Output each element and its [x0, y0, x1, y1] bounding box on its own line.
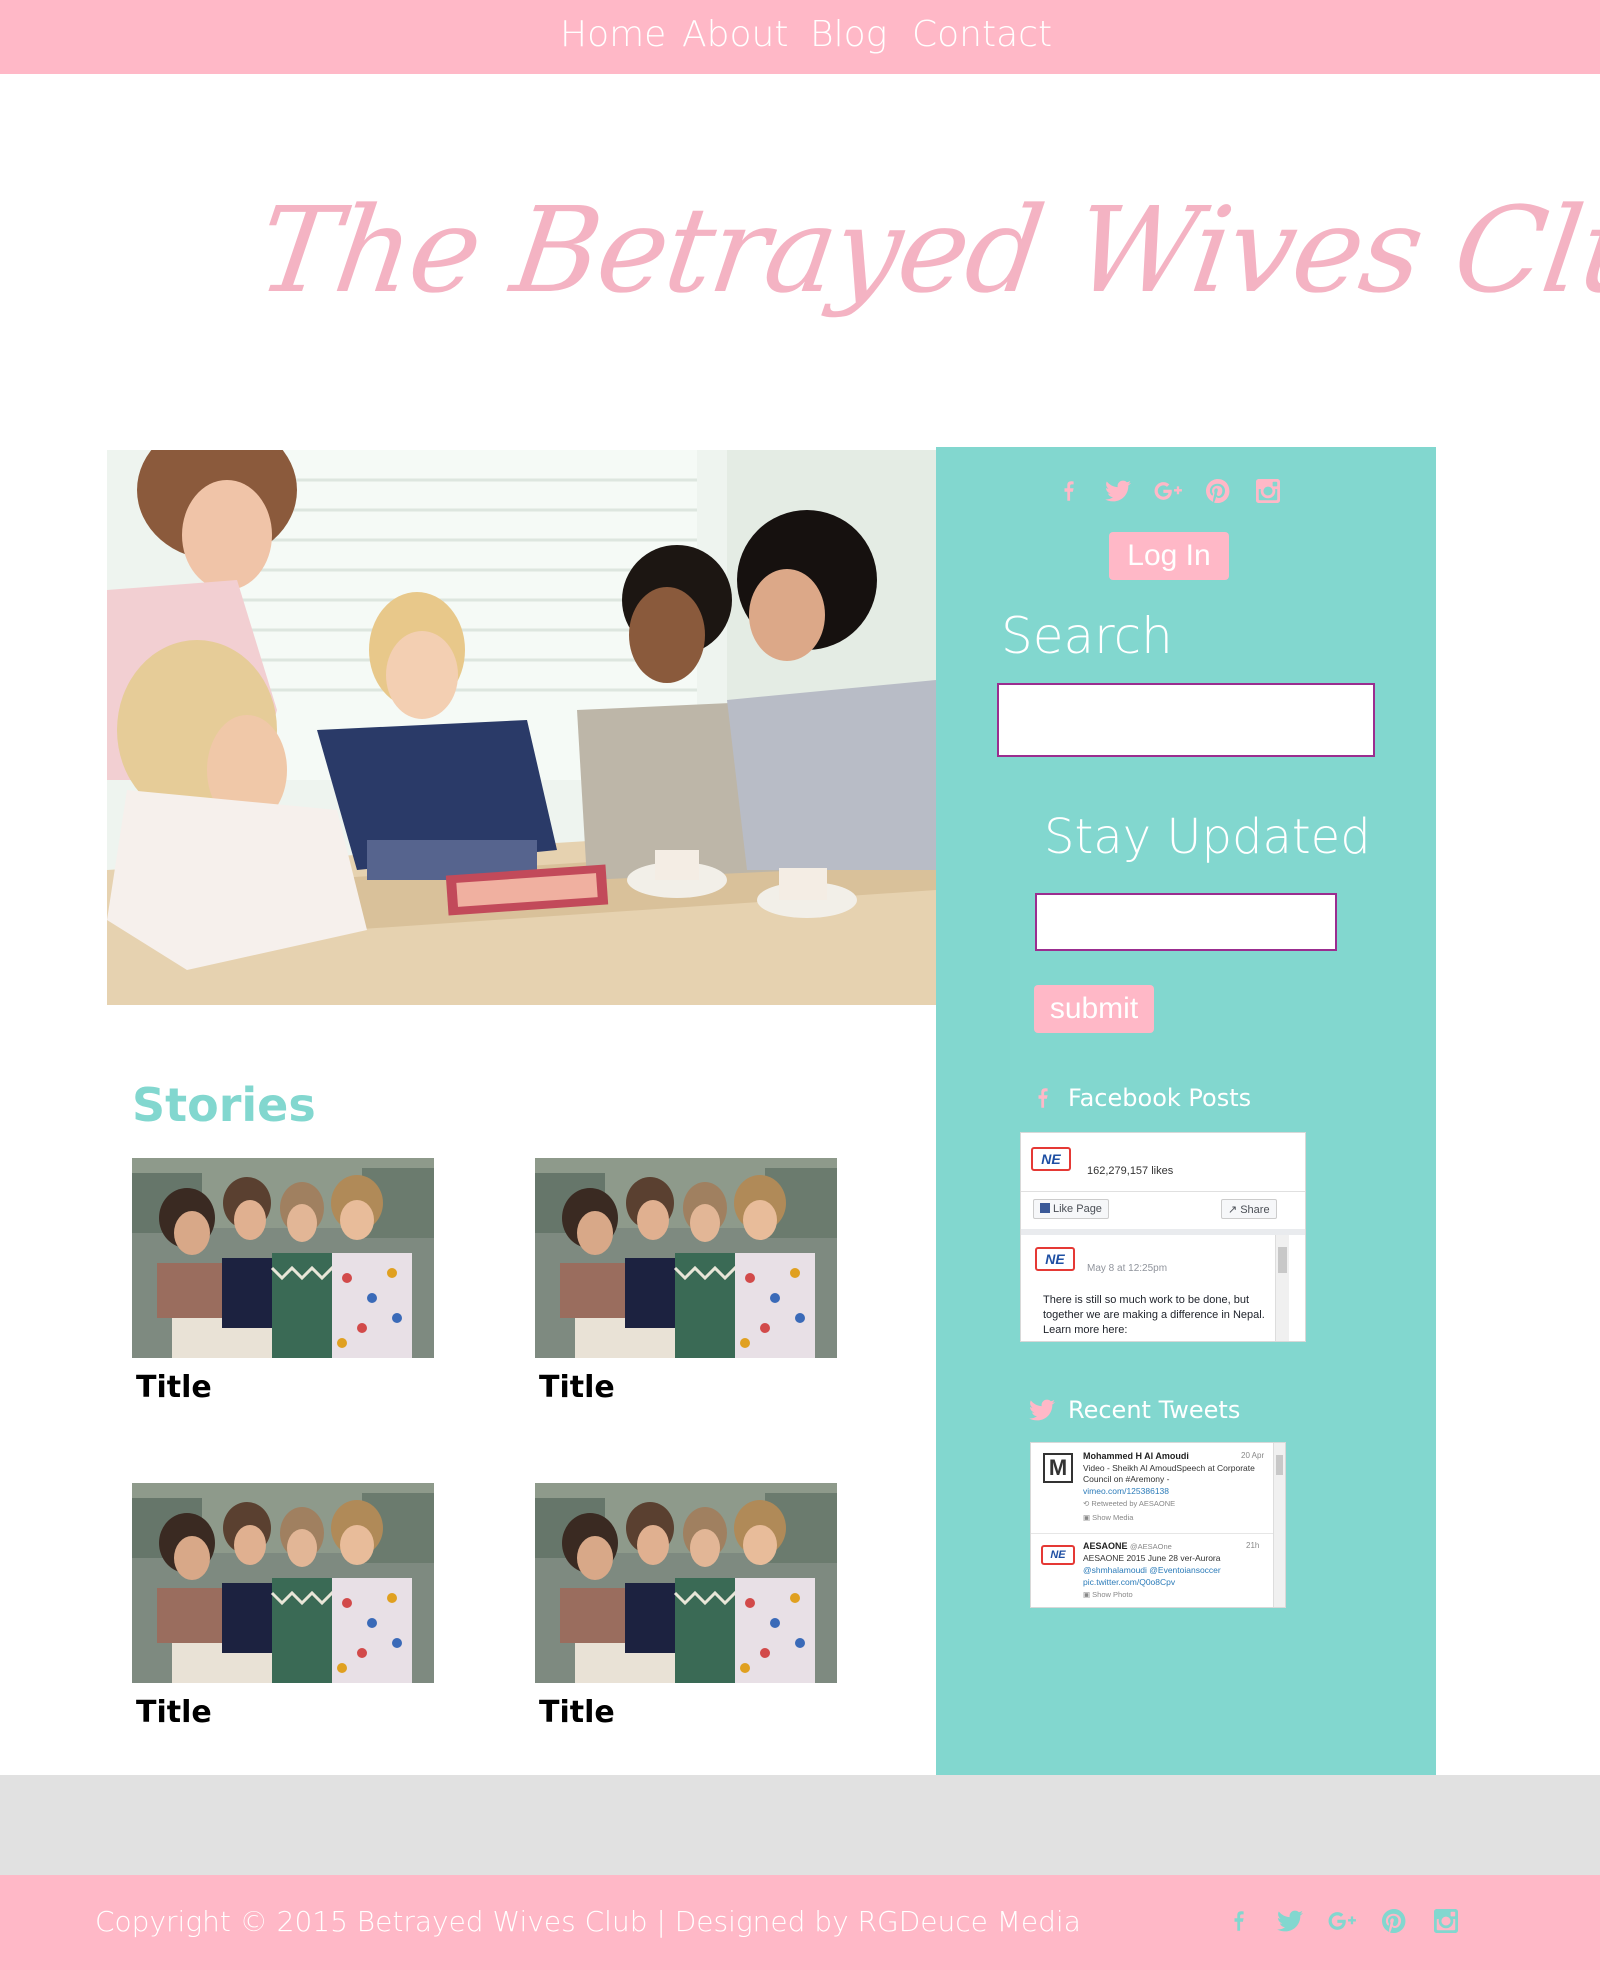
- facebook-icon[interactable]: [1054, 477, 1082, 505]
- tweet-date: 21h: [1246, 1541, 1260, 1550]
- tweet-author: Mohammed H Al Amoudi: [1083, 1451, 1189, 1461]
- tweet-author: AESAONE @AESAOne: [1083, 1541, 1172, 1551]
- tweet-media-label: Show Media: [1092, 1513, 1134, 1522]
- divider: [1031, 1533, 1273, 1534]
- tweet-item[interactable]: NE AESAONE @AESAOne 21h AESAONE 2015 Jun…: [1031, 1535, 1273, 1607]
- story-thumbnail[interactable]: [535, 1483, 837, 1683]
- google-plus-icon[interactable]: [1328, 1907, 1356, 1935]
- tweet-retweet-note: ⟲ Retweeted by AESAONE: [1083, 1499, 1175, 1508]
- hero-image: [107, 450, 936, 1005]
- footer: Copyright © 2015 Betrayed Wives Club | D…: [0, 1875, 1600, 1970]
- tweet-photo-label: Show Photo: [1092, 1590, 1133, 1599]
- story-thumbnail[interactable]: [535, 1158, 837, 1358]
- story-thumbnail[interactable]: [132, 1158, 434, 1358]
- facebook-posts-widget[interactable]: NE 162,279,157 likes Like Page ↗ Share NE…: [1020, 1132, 1306, 1342]
- fb-post-text: There is still so much work to be done, …: [1043, 1294, 1265, 1336]
- tweet-show-photo[interactable]: ▣ Show Photo: [1083, 1590, 1133, 1599]
- twitter-icon[interactable]: [1276, 1907, 1304, 1935]
- nav-home-link[interactable]: Home: [560, 14, 666, 55]
- recent-tweets-heading: Recent Tweets: [1028, 1395, 1240, 1425]
- tweet-author-handle: @AESAOne: [1130, 1542, 1172, 1551]
- tweet-date: 20 Apr: [1241, 1451, 1265, 1460]
- tweet-text: AESAONE 2015 June 28 ver-Aurora: [1083, 1553, 1221, 1563]
- site-logo[interactable]: The Betrayed Wives Club: [250, 150, 1600, 350]
- tweets-scrollbar[interactable]: [1273, 1443, 1285, 1607]
- avatar: NE: [1041, 1545, 1075, 1565]
- facebook-posts-label: Facebook Posts: [1068, 1084, 1252, 1112]
- fb-likes-count: 162,279,157 likes: [1087, 1165, 1174, 1177]
- divider: [1021, 1191, 1305, 1192]
- nav-about-link[interactable]: About: [682, 14, 788, 55]
- recent-tweets-widget[interactable]: M Mohammed H Al Amoudi 20 Apr Video - Sh…: [1030, 1442, 1286, 1608]
- sidebar: Log In Search Stay Updated submit Facebo…: [936, 447, 1436, 1775]
- instagram-icon[interactable]: [1254, 477, 1282, 505]
- page-logo: NE: [1031, 1147, 1071, 1171]
- fb-share-button[interactable]: ↗ Share: [1221, 1199, 1277, 1219]
- twitter-icon[interactable]: [1104, 477, 1132, 505]
- scrollbar-thumb[interactable]: [1276, 1455, 1283, 1475]
- site-title: The Betrayed Wives Club: [250, 181, 1600, 319]
- story-thumbnail[interactable]: [132, 1483, 434, 1683]
- share-icon: ↗: [1228, 1204, 1238, 1216]
- fb-post: NE May 8 at 12:25pm There is still so mu…: [1031, 1243, 1281, 1341]
- nav-blog-link[interactable]: Blog: [810, 14, 887, 55]
- fb-post-date: May 8 at 12:25pm: [1087, 1263, 1168, 1274]
- tweet-show-media[interactable]: ▣ Show Media: [1083, 1513, 1133, 1522]
- fb-like-page-button[interactable]: Like Page: [1033, 1199, 1109, 1219]
- recent-tweets-label: Recent Tweets: [1068, 1396, 1241, 1424]
- media-icon: ▣: [1083, 1513, 1093, 1522]
- search-input[interactable]: [997, 683, 1375, 757]
- tweet-text: Video - Sheikh Al AmoudSpeech at Corpora…: [1083, 1463, 1255, 1484]
- avatar: M: [1043, 1453, 1073, 1483]
- nav-contact-link[interactable]: Contact: [912, 14, 1052, 55]
- fb-page-logo: NE: [1031, 1147, 1071, 1171]
- facebook-icon: [1028, 1083, 1056, 1113]
- twitter-icon: [1028, 1395, 1056, 1425]
- page-logo: NE: [1035, 1247, 1075, 1271]
- sidebar-social-icons: [1054, 477, 1282, 505]
- story-title[interactable]: Title: [136, 1695, 434, 1730]
- story-title[interactable]: Title: [136, 1370, 434, 1405]
- footer-spacer: [0, 1775, 1600, 1875]
- fb-share-label: Share: [1240, 1204, 1270, 1216]
- story-card[interactable]: Title: [535, 1158, 837, 1405]
- tweet-author-name: AESAONE: [1083, 1541, 1128, 1551]
- facebook-icon[interactable]: [1224, 1907, 1252, 1935]
- tweet-link[interactable]: pic.twitter.com/Q0o8Cpv: [1083, 1577, 1175, 1587]
- footer-copyright: Copyright © 2015 Betrayed Wives Club | D…: [95, 1905, 1081, 1938]
- tweet-retweet-label: Retweeted by AESAONE: [1091, 1499, 1176, 1508]
- search-heading: Search: [1001, 607, 1173, 665]
- facebook-posts-heading: Facebook Posts: [1028, 1083, 1251, 1113]
- stay-updated-heading: Stay Updated: [1044, 809, 1371, 865]
- story-title[interactable]: Title: [539, 1695, 837, 1730]
- pinterest-icon[interactable]: [1380, 1907, 1408, 1935]
- pinterest-icon[interactable]: [1204, 477, 1232, 505]
- footer-social-icons: [1224, 1907, 1460, 1935]
- fb-scrollbar[interactable]: [1275, 1235, 1289, 1341]
- stories-heading: Stories: [132, 1078, 316, 1132]
- newsletter-email-input[interactable]: [1035, 893, 1337, 951]
- login-button[interactable]: Log In: [1109, 532, 1229, 580]
- story-card[interactable]: Title: [132, 1483, 434, 1730]
- facebook-icon: [1040, 1203, 1050, 1213]
- tweet-link[interactable]: vimeo.com/125386138: [1083, 1486, 1169, 1496]
- photo-icon: ▣: [1083, 1590, 1093, 1599]
- story-card[interactable]: Title: [132, 1158, 434, 1405]
- fb-like-label: Like Page: [1053, 1203, 1102, 1215]
- top-nav: Home About Blog Contact: [0, 0, 1600, 74]
- story-title[interactable]: Title: [539, 1370, 837, 1405]
- story-card[interactable]: Title: [535, 1483, 837, 1730]
- submit-button[interactable]: submit: [1034, 985, 1154, 1033]
- scrollbar-thumb[interactable]: [1278, 1247, 1287, 1273]
- google-plus-icon[interactable]: [1154, 477, 1182, 505]
- instagram-icon[interactable]: [1432, 1907, 1460, 1935]
- divider: [1021, 1229, 1305, 1235]
- tweet-item[interactable]: M Mohammed H Al Amoudi 20 Apr Video - Sh…: [1031, 1443, 1273, 1531]
- tweet-mentions[interactable]: @shmhalamoudi @Eventoiansoccer: [1083, 1565, 1221, 1575]
